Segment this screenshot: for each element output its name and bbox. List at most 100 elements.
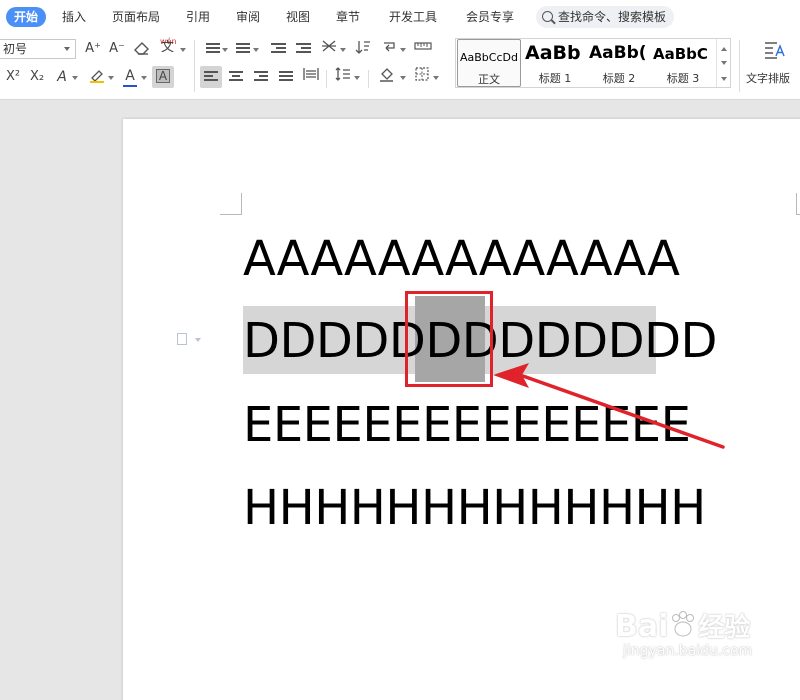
line-spacing-dropdown-icon[interactable] bbox=[354, 76, 360, 80]
styles-gallery: AaBbCcDd 正文 AaBb 标题 1 AaBb( 标题 2 AaBbC 标… bbox=[455, 38, 731, 88]
style-sample: AaBb( bbox=[589, 43, 647, 63]
ribbon-tab-bar: 开始 插入 页面布局 引用 审阅 视图 章节 开发工具 会员专享 查找命令、搜索… bbox=[0, 0, 800, 34]
numbered-list-dropdown-icon[interactable] bbox=[253, 48, 259, 52]
show-marks-button[interactable] bbox=[380, 39, 398, 59]
style-sample: AaBb bbox=[525, 42, 581, 64]
toolbar-separator bbox=[326, 70, 327, 88]
style-heading-1[interactable]: AaBb 标题 1 bbox=[523, 39, 587, 87]
document-line-1[interactable]: AAAAAAAAAAAAA bbox=[243, 230, 680, 288]
font-color-dropdown-icon[interactable] bbox=[141, 76, 147, 80]
align-left-icon bbox=[204, 71, 218, 83]
align-center-icon[interactable] bbox=[229, 71, 243, 83]
tab-start[interactable]: 开始 bbox=[6, 7, 47, 27]
borders-icon bbox=[415, 67, 429, 81]
highlight-color-button[interactable] bbox=[88, 67, 106, 87]
decrease-indent-icon[interactable] bbox=[271, 43, 286, 55]
text-effect-button[interactable]: A bbox=[54, 67, 70, 87]
bullet-list-icon[interactable] bbox=[206, 43, 220, 55]
command-search-input[interactable]: 查找命令、搜索模板 bbox=[536, 6, 674, 28]
paragraph-handle-icon[interactable] bbox=[177, 333, 187, 345]
numbered-list-icon[interactable] bbox=[236, 43, 250, 55]
eraser-icon bbox=[134, 42, 149, 55]
margin-corner-mark bbox=[796, 193, 800, 215]
watermark-url: jingyan.baidu.com bbox=[623, 643, 753, 659]
ruler-icon bbox=[414, 42, 432, 50]
bullet-list-dropdown-icon[interactable] bbox=[222, 48, 228, 52]
text-effect-dropdown-icon[interactable] bbox=[72, 76, 78, 80]
justify-icon[interactable] bbox=[279, 71, 293, 83]
style-name: 标题 1 bbox=[538, 72, 572, 85]
font-color-letter: A bbox=[125, 68, 135, 84]
shading-dropdown-icon[interactable] bbox=[400, 76, 406, 80]
styles-gallery-scroller[interactable] bbox=[716, 39, 730, 87]
phonetic-dropdown-icon[interactable] bbox=[180, 48, 186, 52]
font-size-value: 初号 bbox=[3, 42, 28, 56]
paragraph-handle-dropdown-icon[interactable] bbox=[195, 338, 201, 342]
chinese-layout-button[interactable] bbox=[320, 39, 338, 59]
tab-chapter[interactable]: 章节 bbox=[336, 7, 360, 27]
sort-button[interactable] bbox=[354, 39, 372, 59]
style-name: 标题 2 bbox=[602, 72, 636, 85]
text-layout-icon bbox=[765, 42, 785, 59]
character-shading-button[interactable]: A bbox=[152, 66, 174, 88]
style-name: 标题 3 bbox=[666, 72, 700, 85]
tab-page-layout[interactable]: 页面布局 bbox=[112, 7, 160, 27]
show-marks-dropdown-icon[interactable] bbox=[400, 48, 406, 52]
superscript-button[interactable]: X² bbox=[2, 67, 24, 87]
grow-font-button[interactable]: A⁺ bbox=[84, 39, 102, 59]
tab-ruler-button[interactable] bbox=[413, 39, 433, 59]
toolbar-separator bbox=[368, 70, 369, 88]
highlighter-icon bbox=[90, 70, 104, 83]
character-shading-letter: A bbox=[156, 69, 170, 83]
font-color-button[interactable]: A bbox=[122, 66, 138, 87]
sort-icon bbox=[355, 41, 370, 54]
align-right-icon[interactable] bbox=[254, 71, 268, 83]
phonetic-guide-button[interactable]: wén 文 bbox=[158, 37, 178, 59]
chinese-layout-dropdown-icon[interactable] bbox=[340, 48, 346, 52]
tab-review[interactable]: 审阅 bbox=[236, 7, 260, 27]
distributed-align-icon bbox=[303, 68, 319, 80]
text-layout-label: 文字排版 bbox=[746, 72, 790, 85]
line-2-before-selection: DDDDD bbox=[243, 313, 426, 369]
tab-developer[interactable]: 开发工具 bbox=[389, 7, 437, 27]
style-heading-2[interactable]: AaBb( 标题 2 bbox=[587, 39, 651, 87]
distributed-align-button[interactable] bbox=[302, 66, 320, 86]
tab-view[interactable]: 视图 bbox=[286, 7, 310, 27]
document-line-4[interactable]: HHHHHHHHHHHHH bbox=[243, 479, 706, 537]
subscript-button[interactable]: X₂ bbox=[26, 67, 48, 87]
annotation-highlight-box bbox=[405, 291, 493, 387]
borders-button[interactable] bbox=[413, 66, 431, 86]
document-page[interactable]: AAAAAAAAAAAAA DDDDDDDDDDDDD EEEEEEEEEEEE… bbox=[123, 119, 800, 700]
shading-button[interactable] bbox=[378, 66, 398, 86]
paint-bucket-icon bbox=[380, 68, 393, 82]
font-color-bar bbox=[123, 85, 137, 87]
style-heading-3[interactable]: AaBbC 标题 3 bbox=[651, 39, 715, 87]
ribbon-toolbar: 初号 A⁺ A⁻ wén 文 X² X₂ A A A AaBbCcDd 正文 A… bbox=[0, 34, 800, 100]
align-left-button[interactable] bbox=[200, 66, 222, 88]
chinese-layout-icon bbox=[322, 40, 336, 52]
style-normal[interactable]: AaBbCcDd 正文 bbox=[457, 39, 521, 87]
watermark-logo: Bai 经验 bbox=[615, 607, 750, 644]
style-sample: AaBbC bbox=[653, 45, 708, 63]
toolbar-separator bbox=[739, 40, 740, 92]
expand-styles-icon[interactable] bbox=[721, 77, 727, 81]
highlight-color-dropdown-icon[interactable] bbox=[108, 76, 114, 80]
chevron-down-icon[interactable] bbox=[721, 61, 727, 65]
text-layout-button[interactable] bbox=[762, 40, 786, 66]
increase-indent-icon[interactable] bbox=[296, 43, 311, 55]
toolbar-separator bbox=[194, 40, 195, 92]
font-size-select[interactable]: 初号 bbox=[0, 39, 76, 59]
margin-corner-mark bbox=[220, 193, 242, 215]
chevron-up-icon[interactable] bbox=[721, 47, 727, 51]
clear-format-button[interactable] bbox=[133, 39, 151, 59]
style-sample: AaBbCcDd bbox=[460, 51, 518, 64]
borders-dropdown-icon[interactable] bbox=[433, 76, 439, 80]
line-spacing-button[interactable] bbox=[334, 66, 352, 86]
tab-insert[interactable]: 插入 bbox=[62, 7, 86, 27]
phonetic-char: 文 bbox=[161, 40, 175, 55]
tab-references[interactable]: 引用 bbox=[186, 7, 210, 27]
tab-member[interactable]: 会员专享 bbox=[466, 7, 514, 27]
shrink-font-button[interactable]: A⁻ bbox=[108, 39, 126, 59]
search-placeholder: 查找命令、搜索模板 bbox=[558, 10, 667, 24]
annotation-arrow bbox=[493, 363, 725, 449]
